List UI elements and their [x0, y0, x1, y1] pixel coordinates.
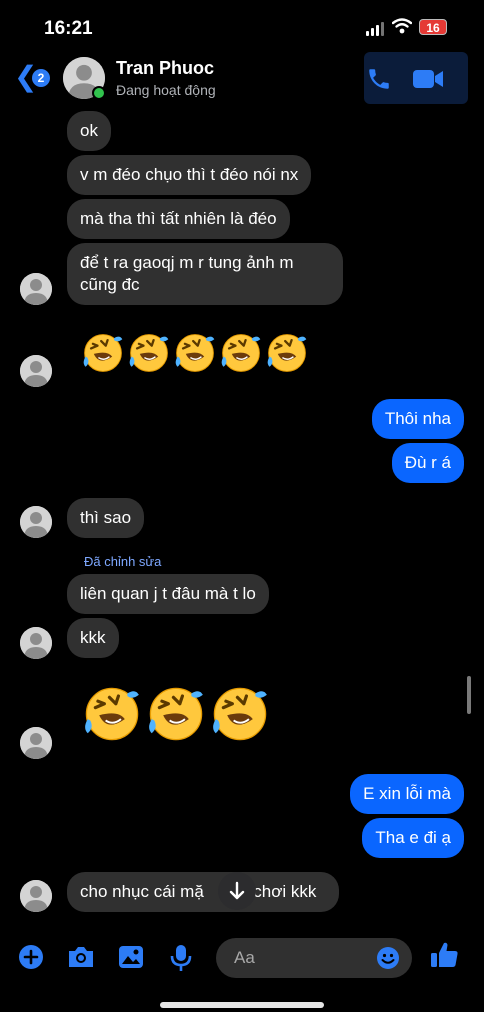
message-input[interactable]	[234, 938, 374, 978]
rolling-laughing-emoji-icon	[128, 333, 170, 373]
message-text: mà tha thì tất nhiên là đéo	[80, 209, 277, 228]
message-text: cho nhục cái mặ	[80, 882, 204, 901]
arrow-down-icon	[229, 881, 245, 900]
composer-toolbar	[0, 934, 484, 984]
message-input-field[interactable]	[216, 938, 412, 978]
status-time: 16:21	[44, 18, 93, 39]
sender-avatar[interactable]	[20, 273, 52, 305]
online-status-dot	[92, 86, 106, 100]
message-text: liên quan j t đâu mà t lo	[80, 584, 256, 603]
received-message-bubble[interactable]: liên quan j t đâu mà t lo	[67, 574, 269, 614]
sender-avatar[interactable]	[20, 727, 52, 759]
scroll-to-bottom-button[interactable]	[218, 872, 256, 910]
battery-indicator: 16	[419, 19, 447, 35]
message-text: Thôi nha	[384, 409, 451, 428]
video-call-icon[interactable]	[412, 68, 444, 90]
rolling-laughing-emoji-icon	[82, 333, 124, 373]
sent-message-bubble[interactable]: Thôi nha	[371, 399, 464, 439]
plus-icon[interactable]	[18, 944, 44, 970]
sent-message-bubble[interactable]: Đù r á	[391, 443, 464, 483]
rolling-laughing-emoji-icon	[147, 686, 205, 742]
contact-name[interactable]: Tran Phuoc	[116, 58, 214, 79]
received-message-bubble[interactable]: để t ra gaoqj m r tung ảnh m cũng đc	[67, 243, 343, 305]
wifi-icon	[392, 18, 412, 34]
received-message-bubble[interactable]: cho nhục cái mặ chơi kkk	[67, 872, 339, 912]
message-text: chơi kkk	[253, 882, 317, 901]
rolling-laughing-emoji-icon	[83, 686, 141, 742]
received-message-bubble[interactable]: thì sao	[67, 498, 145, 538]
message-text: E xin lỗi mà	[363, 784, 451, 803]
home-indicator	[160, 1002, 324, 1008]
sender-avatar[interactable]	[20, 506, 52, 538]
sent-message-bubble[interactable]: E xin lỗi mà	[350, 774, 464, 814]
rolling-laughing-emoji-icon	[211, 686, 269, 742]
scrollbar[interactable]	[467, 676, 471, 714]
edited-label: Đã chỉnh sửa	[84, 554, 162, 569]
thumbs-up-icon[interactable]	[428, 939, 460, 971]
rolling-laughing-emoji-icon	[266, 333, 308, 373]
phone-call-icon[interactable]	[366, 66, 392, 92]
message-text: thì sao	[80, 508, 132, 527]
emoji-picker-icon[interactable]	[376, 946, 400, 970]
gallery-icon[interactable]	[117, 944, 145, 970]
contact-active-status: Đang hoạt động	[116, 82, 216, 98]
sender-avatar[interactable]	[20, 627, 52, 659]
message-text: kkk	[80, 628, 106, 647]
message-text: để t ra gaoqj m r tung ảnh m cũng đc	[80, 253, 294, 294]
unread-badge[interactable]: 2	[32, 69, 50, 87]
emoji-message[interactable]	[80, 330, 310, 376]
sender-avatar[interactable]	[20, 880, 52, 912]
message-text: ok	[80, 121, 98, 140]
message-text: Tha e đi ạ	[375, 828, 451, 847]
sender-avatar[interactable]	[20, 355, 52, 387]
microphone-icon[interactable]	[170, 944, 192, 972]
received-message-bubble[interactable]: v m đéo chụo thì t đéo nói nx	[67, 155, 312, 195]
rolling-laughing-emoji-icon	[220, 333, 262, 373]
chat-header: ❮ 2 Tran Phuoc Đang hoạt động	[0, 52, 484, 106]
status-bar: 16:21 16	[0, 0, 484, 52]
received-message-bubble[interactable]: kkk	[67, 618, 119, 658]
emoji-message[interactable]	[80, 682, 272, 746]
received-message-bubble[interactable]: mà tha thì tất nhiên là đéo	[67, 199, 290, 239]
rolling-laughing-emoji-icon	[174, 333, 216, 373]
message-text: v m đéo chụo thì t đéo nói nx	[80, 165, 299, 184]
sent-message-bubble[interactable]: Tha e đi ạ	[362, 818, 464, 858]
message-text: Đù r á	[404, 453, 451, 472]
received-message-bubble[interactable]: ok	[67, 111, 111, 151]
cellular-signal-icon	[366, 22, 384, 36]
camera-icon[interactable]	[66, 944, 96, 970]
